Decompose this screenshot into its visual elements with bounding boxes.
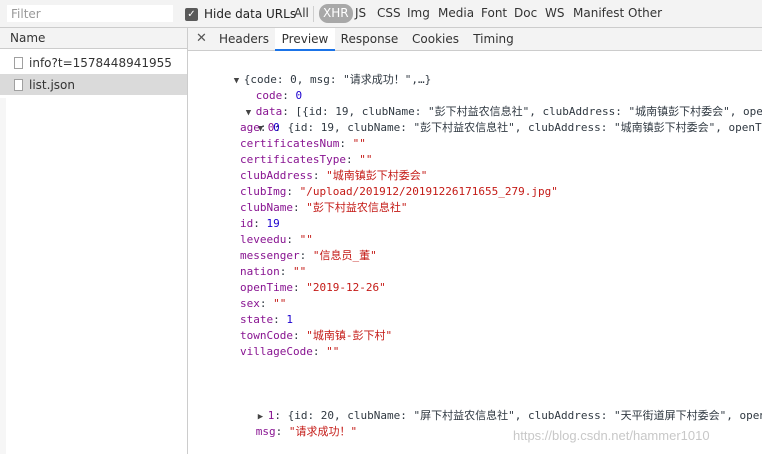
json-key: certificatesType — [240, 153, 346, 166]
json-key: openTime — [240, 281, 293, 294]
json-item-summary: {id: 20, clubName: "屏下村益农信息社", clubAddre… — [287, 409, 762, 422]
request-name: list.json — [29, 77, 75, 92]
json-field: clubName: "彭下村益农信息社" — [240, 201, 408, 214]
json-field: openTime: "2019-12-26" — [240, 281, 386, 294]
json-value: "信息员_董" — [312, 249, 377, 262]
json-data-line[interactable]: ▼ data: [{id: 19, clubName: "彭下村益农信息社", c… — [206, 88, 762, 118]
json-field: code: 0 — [255, 89, 303, 102]
filter-css[interactable]: CSS — [374, 4, 404, 23]
json-field: villageCode: "" — [240, 345, 340, 358]
json-value: "城南镇-彭下村" — [306, 329, 393, 342]
json-key: villageCode — [240, 345, 313, 358]
tab-cookies[interactable]: Cookies — [403, 28, 468, 51]
json-key: sex — [240, 297, 260, 310]
tab-response[interactable]: Response — [336, 28, 403, 51]
json-preview-tree: ▼ {code: 0, msg: "请求成功！",…} code: 0 ▼ data… — [188, 52, 762, 454]
json-value: "" — [273, 297, 287, 310]
json-root-line[interactable]: ▼ {code: 0, msg: "请求成功！",…} — [194, 56, 431, 86]
json-key: clubImg — [240, 185, 287, 198]
json-key: msg — [255, 425, 276, 438]
tab-headers[interactable]: Headers — [213, 28, 275, 51]
hide-data-urls-checkbox[interactable]: ✓ Hide data URLs — [185, 6, 296, 22]
json-key: townCode — [240, 329, 293, 342]
filter-separator — [313, 6, 314, 22]
filter-doc[interactable]: Doc — [511, 4, 540, 23]
json-key: certificatesNum — [240, 137, 340, 150]
json-value: "" — [293, 265, 307, 278]
json-value: "城南镇彭下村委会" — [326, 169, 428, 182]
watermark: https://blog.csdn.net/hammer1010 — [513, 428, 710, 443]
json-field: id: 19 — [240, 217, 280, 230]
filter-xhr[interactable]: XHR — [319, 4, 353, 23]
json-field: age: 0 — [240, 121, 280, 134]
json-item-1-line[interactable]: ▶ 1: {id: 20, clubName: "屏下村益农信息社", clubA… — [218, 392, 762, 422]
json-field: townCode: "城南镇-彭下村" — [240, 329, 393, 342]
json-field: sex: "" — [240, 297, 287, 310]
json-value: "" — [352, 137, 366, 150]
json-field: leveedu: "" — [240, 233, 313, 246]
json-key: state — [240, 313, 274, 326]
json-value: "" — [326, 345, 340, 358]
json-value: "2019-12-26" — [306, 281, 386, 294]
json-key: messenger — [240, 249, 300, 262]
filter-input[interactable] — [6, 4, 174, 23]
json-key: id — [240, 217, 254, 230]
request-row-list-json[interactable]: list.json — [0, 74, 187, 95]
json-field: clubAddress: "城南镇彭下村委会" — [240, 169, 428, 182]
json-field: certificatesNum: "" — [240, 137, 366, 150]
json-key: age — [240, 121, 260, 134]
json-key: clubAddress — [240, 169, 313, 182]
hide-data-urls-label: Hide data URLs — [204, 7, 297, 21]
json-field: nation: "" — [240, 265, 307, 278]
list-gutter — [0, 98, 6, 454]
json-key: nation — [240, 265, 280, 278]
json-item-0-line[interactable]: ▼ 0: {id: 19, clubName: "彭下村益农信息社", clubA… — [218, 104, 762, 134]
filter-img[interactable]: Img — [404, 4, 433, 23]
json-value: 1 — [286, 313, 293, 326]
json-value: "请求成功！" — [288, 425, 358, 438]
json-value: "/upload/201912/20191226171655_279.jpg" — [299, 185, 558, 198]
filter-js[interactable]: JS — [352, 4, 369, 23]
filter-media[interactable]: Media — [435, 4, 477, 23]
file-icon — [14, 56, 23, 69]
name-column-header[interactable]: Name — [0, 28, 187, 49]
json-field: messenger: "信息员_董" — [240, 249, 377, 262]
tab-preview[interactable]: Preview — [275, 28, 335, 51]
json-value: "彭下村益农信息社" — [306, 201, 408, 214]
json-value: 0 — [273, 121, 280, 134]
close-icon[interactable]: ✕ — [196, 31, 207, 46]
json-field: state: 1 — [240, 313, 293, 326]
json-field: msg: "请求成功！" — [255, 425, 358, 438]
filter-font[interactable]: Font — [478, 4, 510, 23]
json-value: "" — [299, 233, 313, 246]
json-key: clubName — [240, 201, 293, 214]
request-name: info?t=1578448941955 — [29, 55, 172, 70]
checkbox-checked-icon[interactable]: ✓ — [185, 7, 198, 21]
json-item-summary: {id: 19, clubName: "彭下村益农信息社", clubAddre… — [287, 121, 762, 134]
json-field: clubImg: "/upload/201912/20191226171655_… — [240, 185, 558, 198]
filter-other[interactable]: Other — [625, 4, 665, 23]
details-tabbar: ✕ Headers Preview Response Cookies Timin… — [188, 28, 762, 51]
filter-bar: ✓ Hide data URLs All XHR JS CSS Img Medi… — [0, 0, 762, 28]
request-list: Name info?t=1578448941955 list.json — [0, 28, 187, 454]
file-icon — [14, 78, 23, 91]
filter-all[interactable]: All — [291, 4, 312, 23]
filter-manifest[interactable]: Manifest — [570, 4, 627, 23]
filter-ws[interactable]: WS — [542, 4, 567, 23]
json-value: "" — [359, 153, 373, 166]
json-value: 19 — [266, 217, 280, 230]
request-row-info[interactable]: info?t=1578448941955 — [0, 52, 187, 73]
json-field: certificatesType: "" — [240, 153, 373, 166]
json-key: leveedu — [240, 233, 287, 246]
tab-timing[interactable]: Timing — [469, 28, 518, 51]
request-details: ✕ Headers Preview Response Cookies Timin… — [188, 28, 762, 454]
